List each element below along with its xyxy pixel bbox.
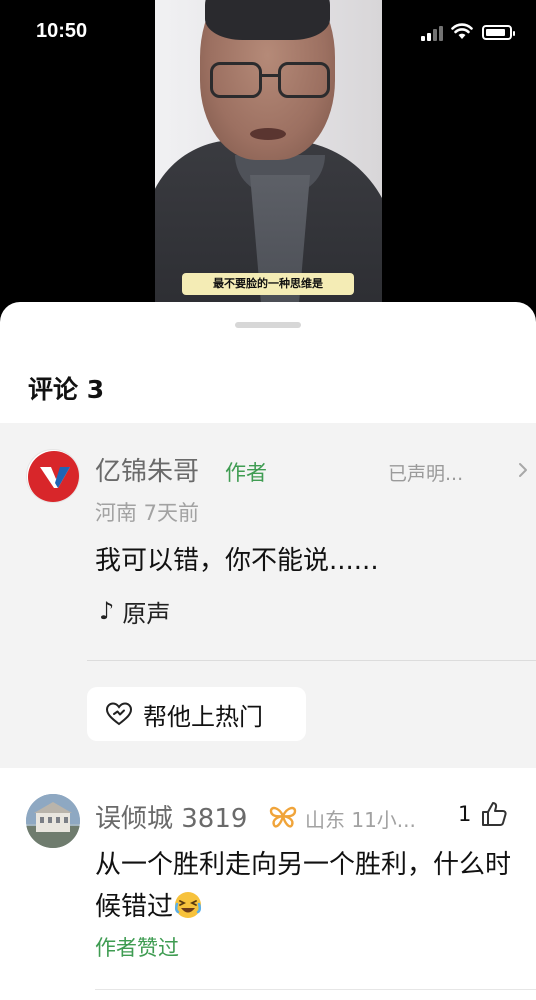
comment-text-content: 从一个胜利走向另一个胜利，什么时候错过 xyxy=(95,850,512,922)
laughing-emoji-icon xyxy=(174,892,202,918)
author-comment[interactable]: 亿锦朱哥 作者 已声明... 河南 7天前 我可以错，你不能说...... ♪ … xyxy=(0,423,536,768)
boost-button[interactable]: 帮他上热门 xyxy=(87,687,306,741)
author-comment-text: 我可以错，你不能说...... xyxy=(95,546,379,576)
status-bar: 10:50 xyxy=(0,0,536,60)
like-count: 1 xyxy=(458,802,472,826)
author-avatar[interactable] xyxy=(26,449,80,503)
status-time: 10:50 xyxy=(36,20,88,42)
signal-icon xyxy=(421,25,445,41)
comments-title: 评论 3 xyxy=(28,375,105,404)
butterfly-badge-icon xyxy=(269,806,297,828)
comment-text: 从一个胜利走向另一个胜利，什么时候错过 xyxy=(95,844,515,928)
battery-icon xyxy=(482,25,515,40)
divider xyxy=(95,989,536,990)
music-tag[interactable]: ♪ 原声 xyxy=(99,595,171,628)
video-person-glasses xyxy=(210,62,330,102)
thumbs-up-icon[interactable] xyxy=(480,800,508,828)
chevron-right-icon[interactable] xyxy=(516,460,530,480)
boost-label: 帮他上热门 xyxy=(143,702,263,731)
building-photo xyxy=(26,794,80,848)
video-caption: 最不要脸的一种思维是 xyxy=(182,273,354,295)
heart-boost-icon xyxy=(105,702,133,726)
author-name[interactable]: 亿锦朱哥 xyxy=(95,451,199,488)
video-person-mouth xyxy=(250,128,286,140)
commenter-name[interactable]: 误倾城 3819 xyxy=(95,798,247,835)
music-note-icon: ♪ xyxy=(99,597,115,625)
sheet-drag-handle[interactable] xyxy=(235,322,301,328)
comment-item[interactable]: 误倾城 3819 山东 11小... 1 从一个胜利走向另一个胜利，什么时候错过… xyxy=(0,768,536,1000)
wifi-icon xyxy=(451,23,473,39)
divider xyxy=(87,660,536,661)
declared-label[interactable]: 已声明... xyxy=(388,459,463,486)
author-comment-meta: 河南 7天前 xyxy=(95,501,200,525)
music-label: 原声 xyxy=(122,599,171,628)
commenter-avatar[interactable] xyxy=(26,794,80,848)
author-tag: 作者 xyxy=(225,461,267,485)
comments-sheet: 评论 3 亿锦朱哥 作者 已声明... 河南 7天前 我可以错，你不能说....… xyxy=(0,302,536,1000)
comment-meta: 山东 11小... xyxy=(305,808,416,832)
author-liked-label: 作者赞过 xyxy=(95,936,179,960)
brand-logo-icon xyxy=(28,451,79,502)
